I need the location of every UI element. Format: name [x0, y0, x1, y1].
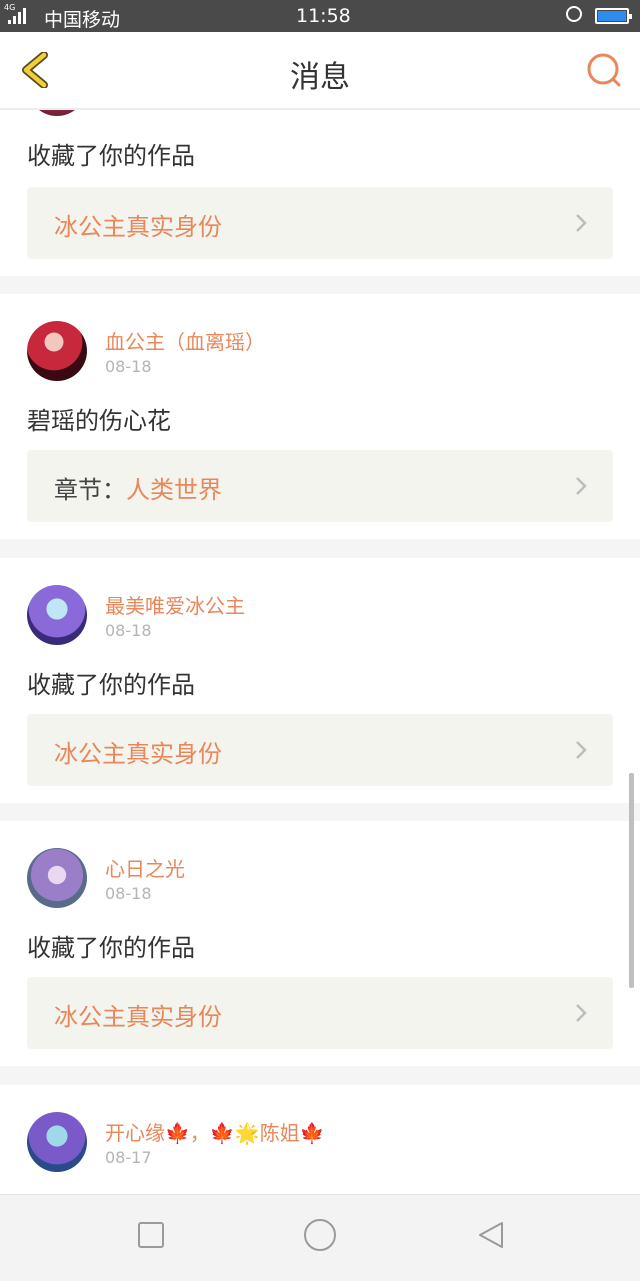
message-text: 收藏了你的作品: [27, 671, 195, 699]
chevron-right-icon: [576, 214, 587, 232]
work-link[interactable]: 冰公主真实身份: [27, 977, 613, 1049]
avatar[interactable]: [27, 321, 87, 381]
message-date: 08-18: [105, 884, 152, 903]
system-nav-bar: [0, 1194, 640, 1281]
work-link[interactable]: 冰公主真实身份: [27, 187, 613, 259]
page-title: 消息: [290, 60, 350, 95]
work-title: 冰公主真实身份: [54, 1003, 222, 1031]
message-text: 碧瑶的伤心花: [27, 407, 171, 435]
top-app-bar: 消息: [0, 32, 640, 110]
message-card: 心日之光 08-18 收藏了你的作品 冰公主真实身份: [0, 821, 640, 1066]
message-date: 08-18: [105, 357, 152, 376]
chapter-link[interactable]: 章节：人类世界: [27, 450, 613, 522]
username[interactable]: 心日之光: [105, 853, 185, 882]
username[interactable]: 最美唯爱冰公主: [105, 590, 245, 619]
circle-icon[interactable]: [303, 1218, 337, 1252]
avatar[interactable]: [27, 848, 87, 908]
work-title: 冰公主真实身份: [54, 213, 222, 241]
username[interactable]: 血公主（血离瑶）: [105, 326, 265, 355]
message-date: 08-17: [105, 1148, 152, 1167]
signal-icon: [8, 6, 26, 24]
work-link[interactable]: 冰公主真实身份: [27, 714, 613, 786]
avatar[interactable]: [27, 1112, 87, 1172]
carrier-name: 中国移动: [44, 9, 121, 31]
message-card: 最美唯爱冰公主 08-18 收藏了你的作品 冰公主真实身份: [0, 558, 640, 803]
clock: 11:58: [296, 5, 351, 27]
battery-icon: [595, 8, 632, 24]
message-date: 08-18: [105, 621, 152, 640]
work-title: 冰公主真实身份: [54, 740, 222, 768]
triangle-back-icon[interactable]: [476, 1220, 506, 1250]
message-list[interactable]: 收藏了你的作品 冰公主真实身份 血公主（血离瑶） 08-18 碧瑶的伤心花 章节…: [0, 110, 640, 1194]
square-icon[interactable]: [136, 1220, 166, 1250]
avatar[interactable]: [27, 110, 87, 116]
chapter-name: 人类世界: [126, 476, 222, 504]
chapter-prefix: 章节：: [54, 476, 126, 504]
message-text: 收藏了你的作品: [27, 934, 195, 962]
alarm-icon: [566, 6, 582, 22]
status-bar: 4G 中国移动 11:58: [0, 0, 640, 32]
chevron-right-icon: [576, 477, 587, 495]
message-card: 血公主（血离瑶） 08-18 碧瑶的伤心花 章节：人类世界: [0, 294, 640, 539]
message-text: 收藏了你的作品: [27, 142, 195, 170]
chapter-title: 章节：人类世界: [54, 470, 222, 505]
chevron-right-icon: [576, 1004, 587, 1022]
chevron-right-icon: [576, 741, 587, 759]
scrollbar[interactable]: [629, 773, 634, 988]
avatar[interactable]: [27, 585, 87, 645]
search-icon[interactable]: [586, 52, 622, 88]
username[interactable]: 开心缘🍁，🍁🌟陈姐🍁: [105, 1117, 325, 1146]
message-card: 收藏了你的作品 冰公主真实身份: [0, 110, 640, 276]
message-card: 开心缘🍁，🍁🌟陈姐🍁 08-17: [0, 1085, 640, 1194]
